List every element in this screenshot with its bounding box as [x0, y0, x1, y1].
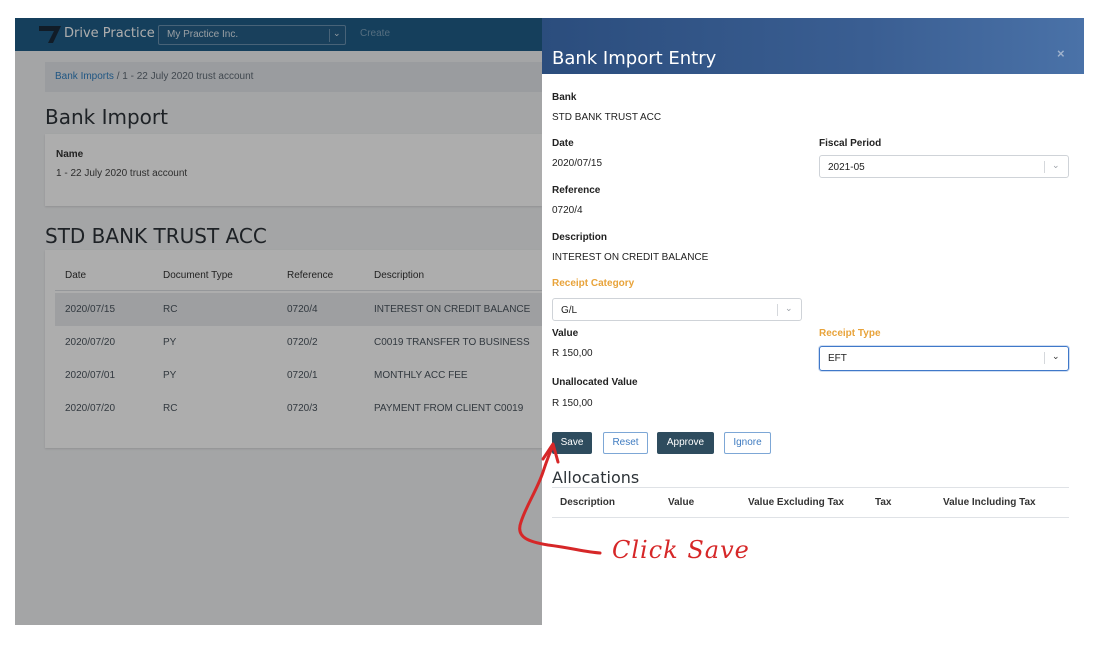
receipt-type-value: EFT	[828, 353, 847, 364]
bank-import-entry-modal: Bank Import Entry × Bank STD BANK TRUST …	[542, 18, 1084, 625]
unallocated-value-label: Unallocated Value	[552, 377, 638, 388]
screen: Drive Practice My Practice Inc. ⌄ Create…	[0, 0, 1102, 645]
description-label: Description	[552, 232, 608, 243]
fiscal-period-label: Fiscal Period	[819, 138, 882, 149]
modal-header: Bank Import Entry ×	[542, 18, 1084, 74]
unallocated-value: R 150,00	[552, 398, 593, 409]
date-value: 2020/07/15	[552, 158, 603, 169]
modal-backdrop[interactable]	[15, 18, 542, 625]
description-value: INTEREST ON CREDIT BALANCE	[552, 252, 709, 263]
chevron-down-icon: ⌄	[1052, 351, 1060, 361]
ignore-button[interactable]: Ignore	[724, 432, 771, 454]
modal-title: Bank Import Entry	[552, 48, 717, 69]
approve-button[interactable]: Approve	[657, 432, 714, 454]
receipt-type-select[interactable]: EFT ⌄	[819, 346, 1069, 371]
fiscal-period-select[interactable]: 2021-05 ⌄	[819, 155, 1069, 178]
select-divider	[1044, 352, 1045, 364]
close-icon[interactable]: ×	[1057, 46, 1065, 61]
alloc-header-value[interactable]: Value	[668, 497, 694, 508]
receipt-category-select[interactable]: G/L ⌄	[552, 298, 802, 321]
receipt-type-label: Receipt Type	[819, 328, 881, 339]
receipt-category-value: G/L	[561, 305, 578, 316]
select-divider	[777, 304, 778, 316]
receipt-category-label: Receipt Category	[552, 278, 635, 289]
alloc-header-value-including-tax[interactable]: Value Including Tax	[943, 497, 1036, 508]
annotation-text: Click Save	[612, 536, 750, 564]
date-label: Date	[552, 138, 574, 149]
bank-value: STD BANK TRUST ACC	[552, 112, 662, 123]
bank-label: Bank	[552, 92, 577, 103]
alloc-header-tax[interactable]: Tax	[875, 497, 892, 508]
alloc-header-description[interactable]: Description	[560, 497, 615, 508]
select-divider	[1044, 161, 1045, 173]
value-value: R 150,00	[552, 348, 593, 359]
chevron-down-icon: ⌄	[1052, 160, 1060, 170]
chevron-down-icon: ⌄	[785, 303, 793, 313]
value-label: Value	[552, 328, 579, 339]
allocations-title: Allocations	[552, 468, 640, 487]
allocations-divider	[552, 487, 1069, 488]
reset-button[interactable]: Reset	[603, 432, 648, 454]
reference-label: Reference	[552, 185, 601, 196]
save-button[interactable]: Save	[552, 432, 592, 454]
allocations-header-divider	[552, 517, 1069, 518]
reference-value: 0720/4	[552, 205, 583, 216]
fiscal-period-value: 2021-05	[828, 162, 865, 173]
alloc-header-value-excluding-tax[interactable]: Value Excluding Tax	[748, 497, 844, 508]
